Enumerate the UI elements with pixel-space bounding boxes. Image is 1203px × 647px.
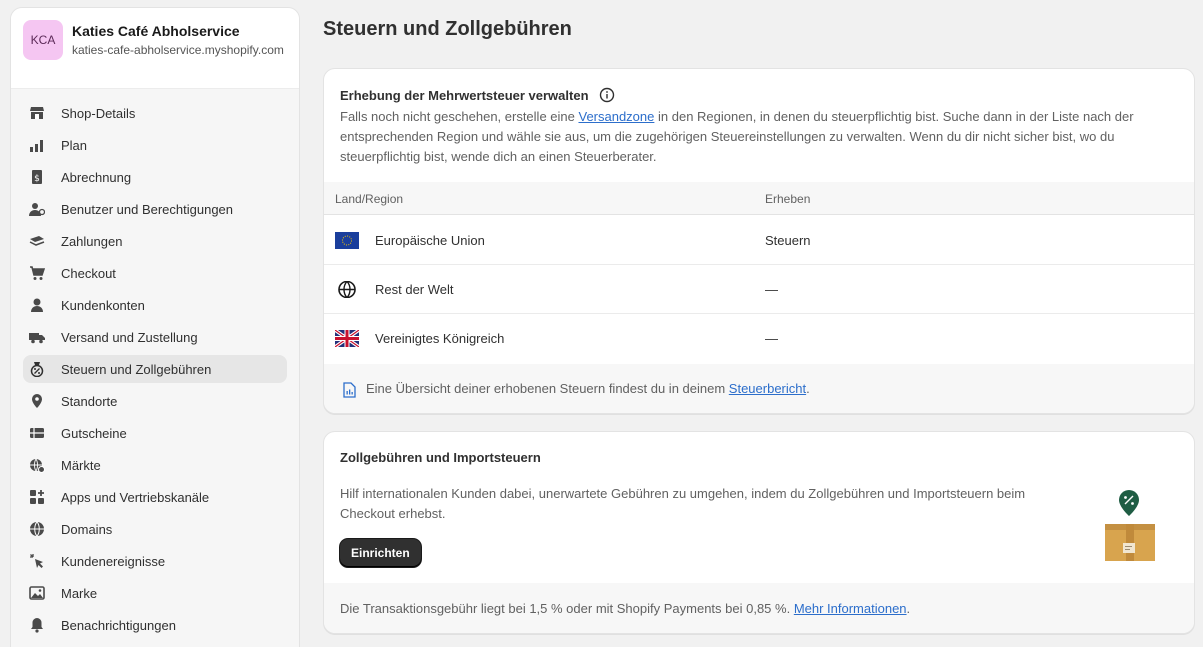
sidebar-item-label: Abrechnung (61, 169, 132, 185)
sidebar-item-label: Apps und Vertriebskanäle (61, 489, 210, 505)
vat-collection-card: Erhebung der Mehrwertsteuer verwalten Fa… (323, 68, 1195, 414)
sidebar-item-shop-details[interactable]: Shop-Details (23, 99, 287, 127)
table-header: Land/Region Erheben (324, 182, 1194, 215)
tax-report-text: Eine Übersicht deiner erhobenen Steuern … (366, 381, 810, 396)
collect-value: — (765, 331, 778, 346)
sidebar-item-label: Checkout (61, 265, 116, 281)
sidebar-item-apps[interactable]: Apps und Vertriebskanäle (23, 483, 287, 511)
sidebar-item-payments[interactable]: Zahlungen (23, 227, 287, 255)
sidebar-item-plan[interactable]: Plan (23, 131, 287, 159)
setup-button[interactable]: Einrichten (340, 539, 421, 567)
cursor-icon (29, 553, 45, 569)
column-header-region: Land/Region (335, 192, 404, 206)
note-text: . (806, 381, 810, 396)
globe-market-icon (29, 457, 45, 473)
settings-sidebar: KCA Katies Café Abholservice katies-cafe… (10, 7, 300, 647)
sidebar-item-users[interactable]: Benutzer und Berechtigungen (23, 195, 287, 223)
region-name: Vereinigtes Königreich (375, 331, 505, 346)
table-row[interactable]: Rest der Welt — (324, 265, 1194, 314)
store-name: Katies Café Abholservice (72, 23, 240, 39)
transaction-fee-note: Die Transaktionsgebühr liegt bei 1,5 % o… (324, 583, 1194, 633)
collect-value: — (765, 282, 778, 297)
sidebar-item-locations[interactable]: Standorte (23, 387, 287, 415)
info-icon[interactable] (599, 87, 615, 103)
apps-icon (29, 489, 45, 505)
globe-icon (29, 521, 45, 537)
store-header[interactable]: KCA Katies Café Abholservice katies-cafe… (11, 8, 299, 89)
sidebar-item-label: Benutzer und Berechtigungen (61, 201, 234, 217)
vat-card-description: Falls noch nicht geschehen, erstelle ein… (340, 107, 1178, 167)
sidebar-item-label: Märkte (61, 457, 101, 473)
collect-value: Steuern (765, 233, 811, 248)
person-icon (29, 297, 45, 313)
shipping-zone-link[interactable]: Versandzone (578, 109, 654, 124)
store-domain: katies-cafe-abholservice.myshopify.com (72, 43, 284, 57)
duties-box-illustration (1105, 490, 1155, 561)
payments-icon (29, 233, 45, 249)
sidebar-item-label: Domains (61, 521, 113, 537)
sidebar-item-label: Kundenkonten (61, 297, 145, 313)
sidebar-item-gift-cards[interactable]: Gutscheine (23, 419, 287, 447)
cart-icon (29, 265, 45, 281)
more-info-link[interactable]: Mehr Informationen (794, 601, 907, 616)
sidebar-item-label: Gutscheine (61, 425, 127, 441)
sidebar-item-customer-events[interactable]: Kundenereignisse (23, 547, 287, 575)
vat-card-title: Erhebung der Mehrwertsteuer verwalten (340, 87, 589, 103)
tax-icon (29, 361, 45, 377)
note-text: . (906, 601, 911, 616)
sidebar-item-markets[interactable]: Märkte (23, 451, 287, 479)
note-text: Die Transaktionsgebühr liegt bei 1,5 % o… (340, 601, 794, 616)
sidebar-item-label: Shop-Details (61, 105, 136, 121)
tax-report-note: Eine Übersicht deiner erhobenen Steuern … (324, 364, 1194, 413)
sidebar-item-label: Versand und Zustellung (61, 329, 198, 345)
sidebar-item-shipping[interactable]: Versand und Zustellung (23, 323, 287, 351)
truck-icon (29, 329, 45, 345)
duties-card-description: Hilf internationalen Kunden dabei, unerw… (340, 486, 1026, 521)
settings-nav: Shop-Details Plan $ Abrechnung Benutzer … (11, 89, 299, 647)
billing-icon: $ (29, 169, 45, 185)
gift-card-icon (29, 425, 45, 441)
bell-icon (29, 617, 45, 633)
sidebar-item-brand[interactable]: Marke (23, 579, 287, 607)
sidebar-item-label: Steuern und Zollgebühren (61, 361, 212, 377)
duties-card: Zollgebühren und Importsteuern Hilf inte… (323, 431, 1195, 634)
duties-card-title: Zollgebühren und Importsteuern (340, 450, 541, 465)
sidebar-item-label: Zahlungen (61, 233, 123, 249)
sidebar-item-notifications[interactable]: Benachrichtigungen (23, 611, 287, 639)
report-icon (343, 382, 356, 398)
plan-icon (29, 137, 45, 153)
sidebar-item-label: Standorte (61, 393, 118, 409)
table-row[interactable]: Vereinigtes Königreich — (324, 314, 1194, 363)
page-title: Steuern und Zollgebühren (323, 18, 572, 40)
eu-flag-icon (335, 232, 359, 249)
sidebar-item-label: Marke (61, 585, 98, 601)
desc-text: Falls noch nicht geschehen, erstelle ein… (340, 109, 579, 124)
tax-report-link[interactable]: Steuerbericht (729, 381, 806, 396)
sidebar-item-billing[interactable]: $ Abrechnung (23, 163, 287, 191)
users-icon (29, 201, 45, 217)
sidebar-item-label: Plan (61, 137, 88, 153)
uk-flag-icon (335, 330, 359, 347)
note-text: Eine Übersicht deiner erhobenen Steuern … (366, 381, 729, 396)
sidebar-item-taxes[interactable]: Steuern und Zollgebühren (23, 355, 287, 383)
store-icon (29, 105, 45, 121)
table-row[interactable]: Europäische Union Steuern (324, 216, 1194, 265)
image-icon (29, 585, 45, 601)
column-header-collect: Erheben (765, 192, 811, 206)
sidebar-item-label: Kundenereignisse (61, 553, 166, 569)
region-name: Rest der Welt (375, 282, 454, 297)
store-avatar: KCA (23, 20, 63, 60)
sidebar-item-customer-accounts[interactable]: Kundenkonten (23, 291, 287, 319)
sidebar-item-label: Benachrichtigungen (61, 617, 176, 633)
sidebar-item-domains[interactable]: Domains (23, 515, 287, 543)
globe-icon (338, 281, 356, 298)
location-icon (29, 393, 45, 409)
sidebar-item-checkout[interactable]: Checkout (23, 259, 287, 287)
svg-text:$: $ (34, 174, 40, 184)
region-name: Europäische Union (375, 233, 485, 248)
